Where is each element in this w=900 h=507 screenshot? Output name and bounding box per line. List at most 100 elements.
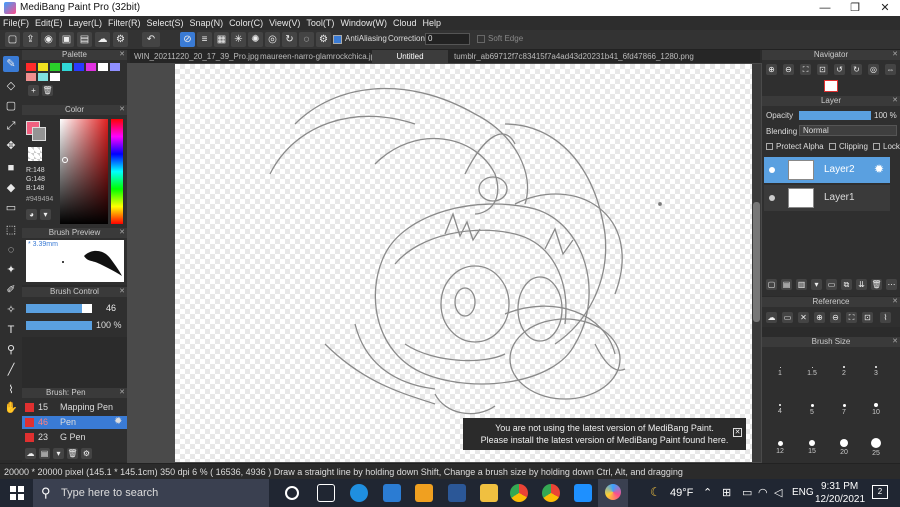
blending-select[interactable]: Normal [799,125,897,136]
close-icon[interactable]: ✕ [119,388,125,398]
saturation-box[interactable] [60,119,108,224]
minimize-button[interactable]: — [810,0,840,16]
brush-size-option[interactable]: 3 [862,357,890,377]
close-icon[interactable]: ✕ [892,50,898,60]
close-icon[interactable]: ✕ [892,337,898,347]
vertical-scrollbar[interactable] [752,64,761,462]
brush-size-option[interactable]: 1.5 [798,357,826,377]
tab-photo[interactable]: WIN_20211220_20_17_39_Pro.jpg [130,50,263,63]
menu-snap[interactable]: Snap(N) [187,16,227,30]
eyedropper-icon[interactable]: ⌇ [3,382,19,398]
task-view-icon[interactable] [317,484,335,502]
cortana-icon[interactable] [285,486,299,500]
correction-select[interactable]: 0 [425,33,470,45]
color-picker-cursor[interactable] [62,157,68,163]
duplicate-layer-icon[interactable]: ⧉ [841,279,852,290]
tab-untitled[interactable]: Untitled [372,50,448,63]
vanish-snap-icon[interactable]: ✳ [231,32,246,47]
lock-checkbox[interactable] [873,143,880,150]
color-swatch[interactable] [98,63,108,71]
rotate-right-icon[interactable]: ↻ [851,64,862,75]
color-swatch[interactable] [26,73,36,81]
lasso-tool-icon[interactable]: ◌ [3,242,19,258]
open-reference-icon[interactable]: ▭ [782,312,793,323]
brush-size-option[interactable]: 25 [862,433,890,457]
rotate-left-icon[interactable]: ↺ [834,64,845,75]
close-icon[interactable]: ✕ [892,96,898,106]
close-icon[interactable]: ✕ [892,297,898,307]
select-tool-icon[interactable]: ⬚ [3,222,19,238]
delete-layer-icon[interactable]: 🗑 [871,279,882,290]
color-swatch[interactable] [50,63,60,71]
gradient-tool-icon[interactable]: ▭ [3,200,19,216]
snap-settings-icon[interactable]: ⚙ [316,32,331,47]
brush-settings-icon[interactable]: ✹ [114,416,122,427]
notifications-icon[interactable]: 2 [872,485,888,499]
close-reference-icon[interactable]: ✕ [798,312,809,323]
brush-size-option[interactable]: 1 [766,357,794,377]
text-tool-icon[interactable]: T [3,322,19,338]
medibang-task[interactable] [598,479,628,507]
layer-row-selected[interactable]: Layer2 ✹ [764,157,890,183]
export-icon[interactable]: ▤ [77,32,92,47]
file-explorer-icon[interactable] [480,484,498,502]
notice-close-icon[interactable]: ✕ [733,428,742,437]
close-icon[interactable]: ✕ [119,50,125,60]
close-icon[interactable]: ✕ [119,228,125,238]
merge-layer-icon[interactable]: ⇊ [856,279,867,290]
add-color-icon[interactable]: + [28,85,39,96]
menu-select[interactable]: Select(S) [144,16,187,30]
ellipse-snap-icon[interactable]: ◌ [299,32,314,47]
brush-item-selected[interactable]: 46 Pen ✹ [22,416,127,429]
circle-snap-icon[interactable]: ◎ [265,32,280,47]
magic-wand-icon[interactable]: ✦ [3,262,19,278]
color-wheel-icon[interactable]: ◕ [26,209,37,220]
taskbar-search[interactable]: ⚲ Type here to search [33,479,269,507]
menu-layer[interactable]: Layer(L) [66,16,106,30]
open-icon[interactable]: ⇪ [23,32,38,47]
brush-opacity-slider[interactable] [26,321,92,330]
layer-opacity-slider[interactable] [799,111,871,120]
transform-tool-icon[interactable]: ✥ [3,138,19,154]
weather-temp[interactable]: 49°F [670,487,693,499]
menu-window[interactable]: Window(W) [337,16,390,30]
brush-item[interactable]: 15 Mapping Pen [22,401,127,414]
clock-date[interactable]: 12/20/2021 [815,494,865,505]
menu-edit[interactable]: Edit(E) [32,16,66,30]
save-icon[interactable]: ▣ [59,32,74,47]
drawing-canvas[interactable] [175,64,753,462]
menu-cloud[interactable]: Cloud [390,16,420,30]
layer-row[interactable]: Layer1 [764,185,890,211]
actual-size-icon[interactable]: ⊡ [817,64,828,75]
brush-size-option[interactable]: 5 [798,395,826,416]
antialiasing-checkbox[interactable] [333,35,342,44]
reference-zoom-out-icon[interactable]: ⊖ [830,312,841,323]
parallel-snap-icon[interactable]: ≡ [197,32,212,47]
brush-size-option[interactable]: 4 [766,395,794,415]
chrome-icon[interactable] [510,484,528,502]
folder-icon[interactable]: ▭ [826,279,837,290]
tab-tumblr[interactable]: tumblr_ab69712f7c83415f7a4ad43d20231b41_… [450,50,698,63]
add-brush-icon[interactable]: ☁ [25,448,36,459]
brush-menu-icon[interactable]: ▾ [53,448,64,459]
new-file-icon[interactable]: ▢ [5,32,20,47]
move-tool-icon[interactable]: ⤢ [3,118,19,134]
tray-app-icon[interactable]: ⊞ [722,486,731,499]
store-icon[interactable] [415,484,433,502]
color-swatch[interactable] [38,63,48,71]
windows-start-icon[interactable] [10,486,24,500]
bucket-tool-icon[interactable]: ◆ [3,180,19,196]
menu-view[interactable]: View(V) [266,16,303,30]
zoom-in-icon[interactable]: ⊕ [766,64,777,75]
hand-tool-icon[interactable]: ✋ [3,400,19,416]
transparent-color[interactable] [28,147,42,161]
color-swatch[interactable] [50,73,60,81]
color-settings-icon[interactable]: ▾ [40,209,51,220]
update-notice[interactable]: You are not using the latest version of … [463,418,746,450]
reference-zoom-in-icon[interactable]: ⊕ [814,312,825,323]
chat-icon[interactable]: ◉ [41,32,56,47]
new-layer-icon[interactable]: ▢ [766,279,777,290]
tray-chevron-icon[interactable]: ⌃ [703,486,712,499]
visibility-icon[interactable] [769,195,775,201]
color-swatch[interactable] [74,63,84,71]
